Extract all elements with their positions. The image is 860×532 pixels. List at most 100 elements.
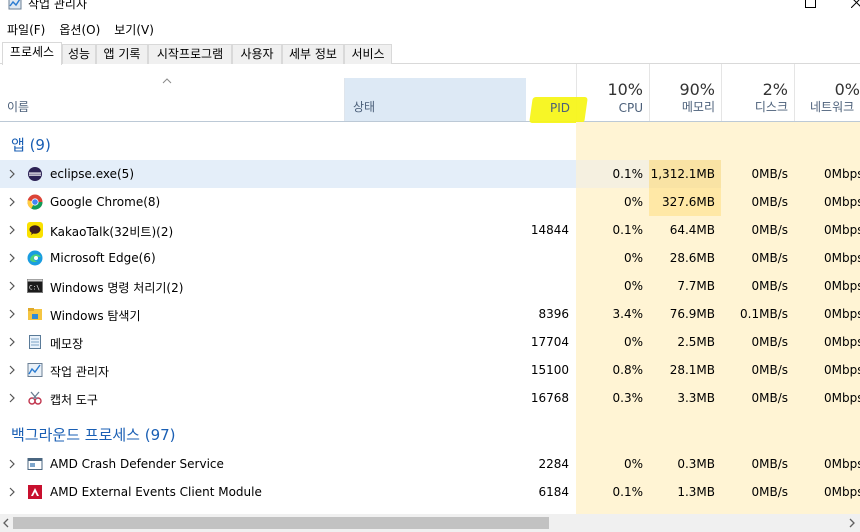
expand-chevron-icon[interactable]	[8, 364, 16, 376]
process-row[interactable]: C:\ Windows 명령 처리기(2) 0% 7.7MB 0MB/s 0Mbps	[0, 272, 860, 300]
memory-cell: 7.7MB	[649, 272, 721, 300]
process-name: 메모장	[50, 337, 84, 351]
header-cpu-percent: 10%	[607, 80, 643, 99]
disk-cell-value: 0MB/s	[751, 363, 788, 377]
taskmgr-icon	[27, 362, 43, 378]
cpu-cell: 0.1%	[576, 216, 649, 244]
minimize-button[interactable]	[740, 0, 786, 12]
sort-up-icon	[162, 78, 172, 84]
svg-text:C:\: C:\	[29, 285, 40, 292]
expand-chevron-icon[interactable]	[8, 486, 16, 498]
process-name: Google Chrome(8)	[50, 195, 161, 209]
network-cell: 0Mbps	[794, 356, 860, 384]
process-row[interactable]: Microsoft Edge(6) 0% 28.6MB 0MB/s 0Mbps	[0, 244, 860, 272]
network-cell-value: 0Mbps	[824, 279, 860, 293]
cpu-cell-value: 0.8%	[612, 363, 644, 377]
tab-app-history[interactable]: 앱 기록	[96, 44, 148, 64]
expand-chevron-icon[interactable]	[8, 252, 16, 264]
cpu-cell-value: 3.4%	[612, 307, 644, 321]
amd-icon	[27, 484, 43, 500]
scroll-left-icon[interactable]	[2, 518, 10, 528]
header-memory[interactable]: 90% 메모리	[649, 64, 721, 121]
kakaotalk-icon	[27, 222, 43, 238]
disk-cell-value: 0MB/s	[751, 391, 788, 405]
tab-users[interactable]: 사용자	[232, 44, 282, 64]
process-row[interactable]: AMD Crash Defender Service 2284 0% 0.3MB 0MB…	[0, 450, 860, 478]
expand-chevron-icon[interactable]	[8, 280, 16, 292]
memory-cell: 64.4MB	[649, 216, 721, 244]
header-name[interactable]: 이름	[0, 64, 344, 121]
cpu-cell: 3.4%	[576, 300, 649, 328]
header-status[interactable]: 상태	[344, 78, 526, 121]
process-row[interactable]: KakaoTalk(32비트)(2) 14844 0.1% 64.4MB 0MB/s 0M…	[0, 216, 860, 244]
expand-chevron-icon[interactable]	[8, 336, 16, 348]
cpu-cell-value: 0%	[623, 195, 643, 209]
expand-chevron-icon[interactable]	[8, 308, 16, 320]
cpu-cell: 0%	[576, 188, 649, 216]
close-button[interactable]	[833, 0, 860, 12]
scroll-right-icon[interactable]	[848, 518, 856, 528]
tab-services[interactable]: 서비스	[344, 44, 392, 64]
maximize-button[interactable]	[787, 0, 833, 12]
tab-details[interactable]: 세부 정보	[282, 44, 344, 64]
network-cell-value: 0Mbps	[824, 251, 860, 265]
process-row[interactable]: 메모장 17704 0% 2.5MB 0MB/s 0Mbps	[0, 328, 860, 356]
disk-cell-value: 0MB/s	[751, 223, 788, 237]
process-name: AMD Crash Defender Service	[50, 457, 224, 471]
cpu-cell: 0.1%	[576, 478, 649, 506]
maximize-icon	[804, 0, 816, 8]
expand-chevron-icon[interactable]	[8, 168, 16, 180]
network-cell-value: 0Mbps	[824, 195, 860, 209]
expand-chevron-icon[interactable]	[8, 392, 16, 404]
cmd-icon: C:\	[27, 278, 43, 294]
cpu-cell-value: 0%	[623, 457, 643, 471]
menu-view[interactable]: 보기(V)	[107, 20, 161, 40]
eclipse-icon	[27, 166, 43, 182]
expand-chevron-icon[interactable]	[8, 224, 16, 236]
tab-performance[interactable]: 성능	[62, 44, 96, 64]
title-bar: 작업 관리자	[0, 0, 860, 14]
menu-file[interactable]: 파일(F)	[0, 20, 52, 40]
close-icon	[850, 0, 860, 8]
header-disk[interactable]: 2% 디스크	[721, 64, 794, 121]
process-pid: 8396	[538, 307, 569, 321]
tab-startup[interactable]: 시작프로그램	[148, 44, 232, 64]
process-row[interactable]: eclipse.exe(5) 0.1% 1,312.1MB 0MB/s 0Mbps	[0, 160, 860, 188]
header-cpu-label: CPU	[618, 101, 643, 115]
process-pid: 14844	[530, 223, 569, 237]
expand-chevron-icon[interactable]	[8, 196, 16, 208]
edge-icon	[27, 250, 43, 266]
header-network-label: 네트워크	[810, 100, 855, 114]
expand-chevron-icon[interactable]	[8, 458, 16, 470]
disk-cell-value: 0MB/s	[751, 485, 788, 499]
process-row[interactable]: Windows 탐색기 8396 3.4% 76.9MB 0.1MB/s 0Mbps	[0, 300, 860, 328]
horizontal-scrollbar[interactable]	[0, 514, 860, 532]
disk-cell-value: 0MB/s	[751, 167, 788, 181]
process-row[interactable]: Google Chrome(8) 0% 327.6MB 0MB/s 0Mbps	[0, 188, 860, 216]
tab-processes[interactable]: 프로세스	[2, 42, 62, 65]
process-row[interactable]: 캡처 도구 16768 0.3% 3.3MB 0MB/s 0Mbps	[0, 384, 860, 412]
disk-cell: 0MB/s	[721, 384, 794, 412]
disk-cell: 0.1MB/s	[721, 300, 794, 328]
menu-options[interactable]: 옵션(O)	[52, 20, 107, 40]
header-cpu[interactable]: 10% CPU	[576, 64, 649, 121]
disk-cell-value: 0MB/s	[751, 251, 788, 265]
network-cell: 0Mbps	[794, 328, 860, 356]
process-pid: 15100	[530, 363, 569, 377]
memory-cell-value: 2.5MB	[677, 335, 715, 349]
header-network[interactable]: 0% 네트워크	[794, 64, 860, 121]
network-cell: 0Mbps	[794, 450, 860, 478]
task-manager-icon	[8, 0, 22, 10]
scrollbar-thumb[interactable]	[13, 517, 549, 529]
disk-cell-value: 0.1MB/s	[740, 307, 788, 321]
memory-cell-value: 76.9MB	[669, 307, 715, 321]
group-header[interactable]: 앱 (9)	[0, 122, 860, 160]
network-cell: 0Mbps	[794, 160, 860, 188]
network-cell-value: 0Mbps	[824, 307, 860, 321]
process-row[interactable]: AMD External Events Client Module 6184 0.1…	[0, 478, 860, 506]
process-row[interactable]: 작업 관리자 15100 0.8% 28.1MB 0MB/s 0Mbps	[0, 356, 860, 384]
disk-cell-value: 0MB/s	[751, 195, 788, 209]
group-header[interactable]: 백그라운드 프로세스 (97)	[0, 412, 860, 450]
header-memory-percent: 90%	[679, 80, 715, 99]
memory-cell: 2.5MB	[649, 328, 721, 356]
